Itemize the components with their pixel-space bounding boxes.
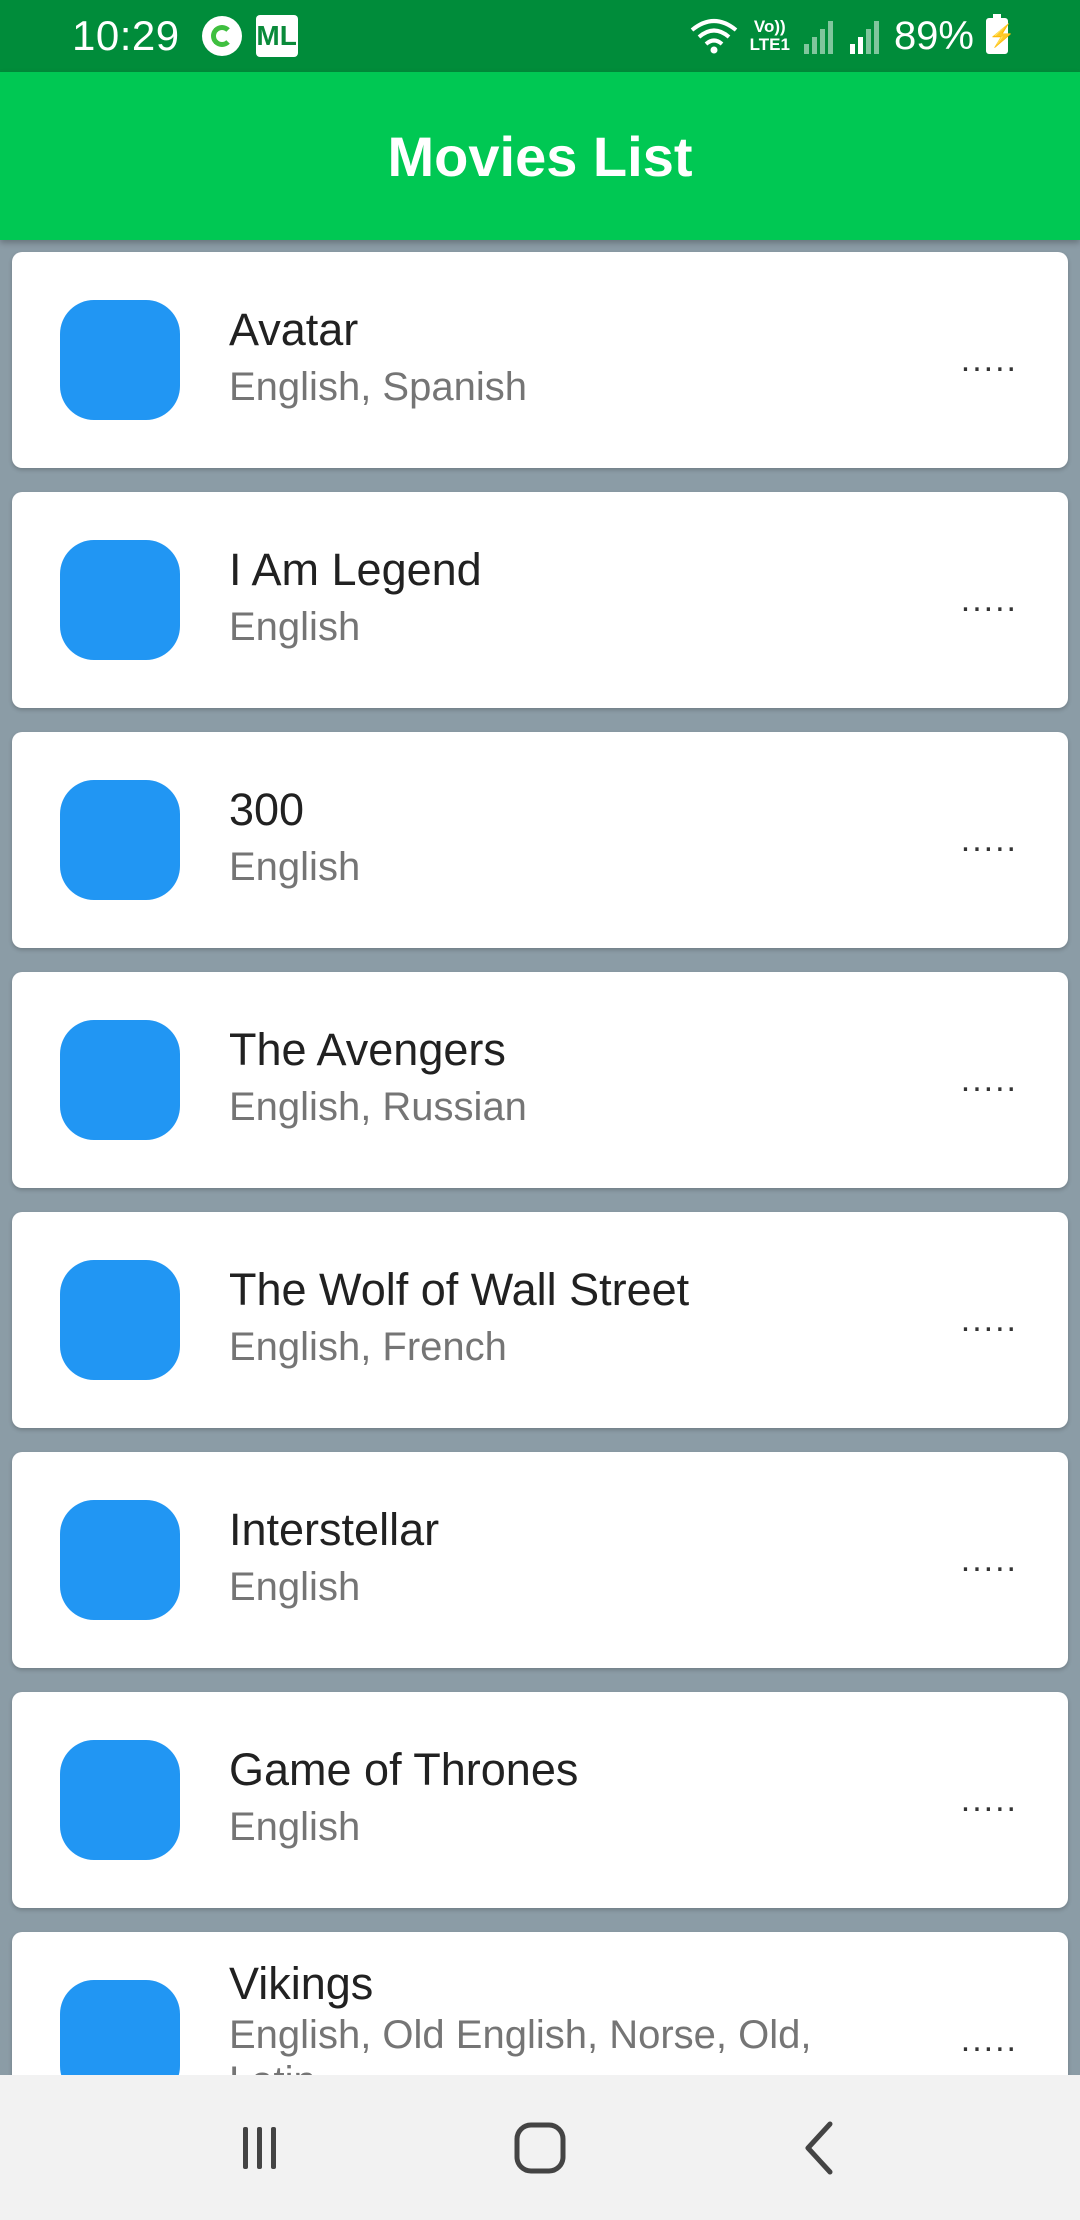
movie-languages: English, Old English, Norse, Old, Latin: [229, 2013, 812, 2075]
more-options-button[interactable]: .....: [961, 2023, 1018, 2057]
movie-thumbnail: [60, 540, 180, 660]
back-button[interactable]: [780, 2108, 860, 2188]
movies-list[interactable]: Avatar English, Spanish ..... I Am Legen…: [0, 240, 1080, 2075]
movie-thumbnail: [60, 1260, 180, 1380]
movie-thumbnail: [60, 1020, 180, 1140]
more-options-button[interactable]: .....: [961, 583, 1018, 617]
wifi-icon: [690, 19, 737, 54]
battery-percentage: 89%: [893, 13, 974, 58]
movie-title: 300: [229, 784, 305, 835]
movie-languages: English: [229, 605, 361, 649]
movie-languages: English, Russian: [229, 1085, 527, 1129]
volte-indicator: Vo)) LTE1: [750, 18, 790, 54]
page-title: Movies List: [387, 124, 693, 188]
movie-title: Avatar: [229, 304, 359, 355]
system-navigation-bar: [0, 2075, 1080, 2220]
signal-icon-sim2: [849, 21, 879, 54]
battery-icon: [986, 14, 1015, 54]
movie-card[interactable]: The Avengers English, Russian .....: [12, 972, 1068, 1188]
movie-thumbnail: [60, 1980, 180, 2075]
more-options-button[interactable]: .....: [961, 1063, 1018, 1097]
movie-card[interactable]: 300 English .....: [12, 732, 1068, 948]
movie-title: The Wolf of Wall Street: [229, 1264, 690, 1315]
movie-thumbnail: [60, 1740, 180, 1860]
more-options-button[interactable]: .....: [961, 823, 1018, 857]
movie-title: The Avengers: [229, 1024, 506, 1075]
volte-bottom: LTE1: [749, 35, 790, 54]
movie-title: I Am Legend: [229, 544, 482, 595]
recent-apps-icon: [243, 2126, 276, 2169]
movie-languages: English: [229, 1565, 361, 1609]
more-options-button[interactable]: .....: [961, 1543, 1018, 1577]
home-icon: [514, 2122, 566, 2173]
sync-icon: [201, 16, 242, 56]
movie-thumbnail: [60, 780, 180, 900]
more-options-button[interactable]: .....: [961, 1783, 1018, 1817]
movie-card[interactable]: Vikings English, Old English, Norse, Old…: [12, 1932, 1068, 2075]
system-status-icons: Vo)) LTE1 89%: [690, 13, 1015, 59]
status-bar: 10:29 ML Vo)) LTE1 89%: [0, 0, 1080, 72]
movie-thumbnail: [60, 1500, 180, 1620]
movie-languages: English: [229, 845, 361, 889]
home-button[interactable]: [500, 2108, 580, 2188]
ml-app-label: ML: [256, 20, 297, 51]
movie-card[interactable]: The Wolf of Wall Street English, French …: [12, 1212, 1068, 1428]
movie-card[interactable]: Avatar English, Spanish .....: [12, 252, 1068, 468]
movie-thumbnail: [60, 300, 180, 420]
movie-languages: English: [229, 1805, 361, 1849]
ml-app-icon: ML: [255, 15, 298, 57]
movie-languages: English, Spanish: [229, 365, 527, 409]
movie-title: Vikings: [229, 1958, 374, 2009]
notification-icons: ML: [201, 15, 298, 57]
movie-title: Interstellar: [229, 1504, 440, 1555]
movie-languages: English, French: [229, 1325, 507, 1369]
app-bar: Movies List: [0, 72, 1080, 240]
movie-title: Game of Thrones: [229, 1744, 579, 1795]
more-options-button[interactable]: .....: [961, 1303, 1018, 1337]
volte-top: Vo)): [753, 17, 786, 36]
signal-icon-sim1: [803, 21, 833, 54]
movie-card[interactable]: I Am Legend English .....: [12, 492, 1068, 708]
status-time: 10:29: [72, 12, 180, 59]
movie-card[interactable]: Interstellar English .....: [12, 1452, 1068, 1668]
recent-apps-button[interactable]: [220, 2108, 300, 2188]
more-options-button[interactable]: .....: [961, 343, 1018, 377]
back-icon: [805, 2121, 833, 2174]
movie-card[interactable]: Game of Thrones English .....: [12, 1692, 1068, 1908]
